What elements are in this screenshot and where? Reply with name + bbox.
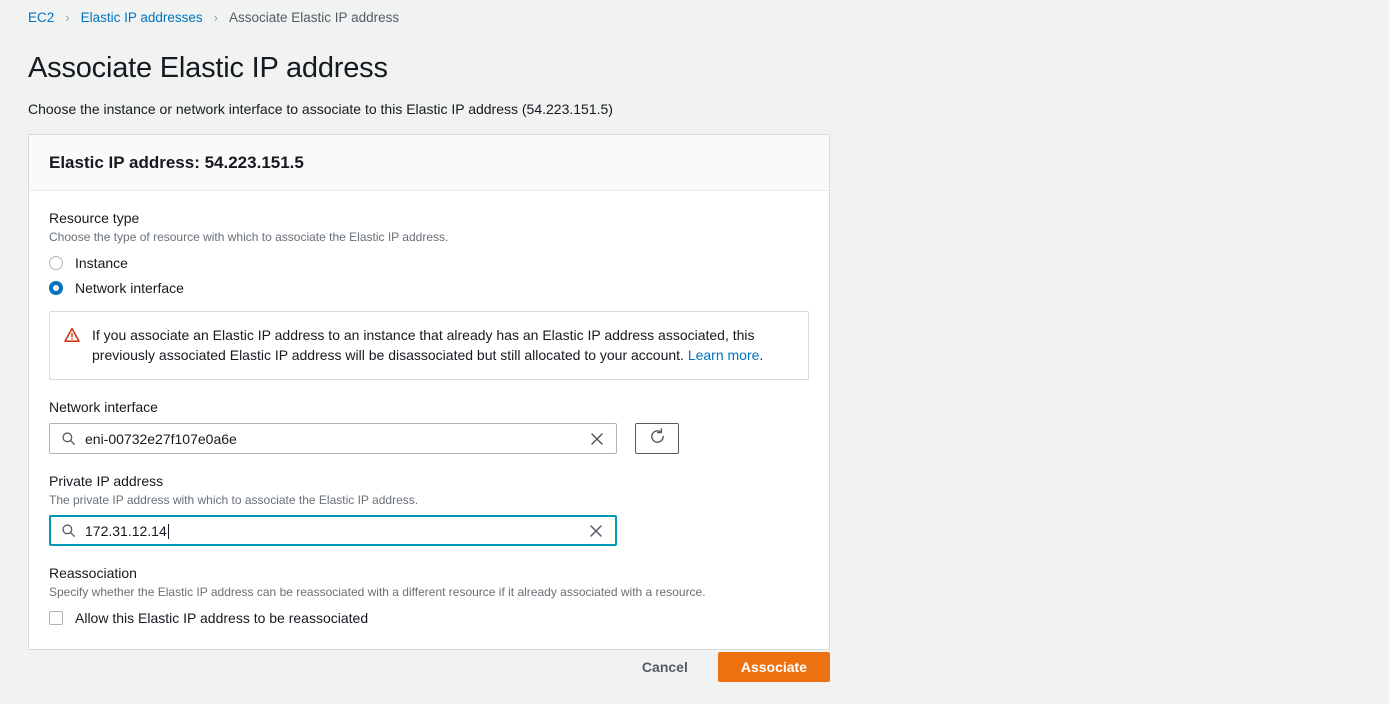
- radio-circle-selected-icon: [49, 280, 63, 295]
- search-icon: [61, 523, 76, 538]
- breadcrumb-item-elastic-ip-addresses[interactable]: Elastic IP addresses: [81, 9, 203, 27]
- warning-alert-message: If you associate an Elastic IP address t…: [92, 327, 755, 363]
- page-description: Choose the instance or network interface…: [28, 101, 613, 117]
- radio-circle-icon: [49, 255, 63, 270]
- card-header-title: Elastic IP address: 54.223.151.5: [49, 153, 304, 172]
- text-cursor: [167, 523, 169, 539]
- private-ip-group: Private IP address The private IP addres…: [49, 472, 809, 546]
- radio-option-instance[interactable]: Instance: [49, 252, 809, 273]
- warning-alert-text: If you associate an Elastic IP address t…: [92, 325, 792, 365]
- reassociation-checkbox[interactable]: Allow this Elastic IP address to be reas…: [49, 609, 809, 627]
- close-icon[interactable]: [578, 432, 616, 446]
- search-icon: [61, 431, 76, 446]
- reassociation-description: Specify whether the Elastic IP address c…: [49, 585, 706, 599]
- resource-type-label: Resource type: [49, 210, 140, 226]
- private-ip-input[interactable]: 172.31.12.14: [49, 515, 617, 546]
- breadcrumb: EC2 › Elastic IP addresses › Associate E…: [28, 9, 399, 27]
- breadcrumb-separator-icon: ›: [65, 10, 70, 25]
- reassociation-group: Reassociation Specify whether the Elasti…: [49, 564, 809, 627]
- associate-elastic-ip-card: Elastic IP address: 54.223.151.5 Resourc…: [28, 134, 830, 650]
- private-ip-value-wrapper: 172.31.12.14: [85, 522, 577, 540]
- network-interface-value: eni-00732e27f107e0a6e: [85, 430, 237, 447]
- network-interface-label: Network interface: [49, 399, 158, 415]
- refresh-button[interactable]: [635, 423, 679, 454]
- warning-alert-trailing: .: [759, 347, 764, 363]
- breadcrumb-separator-icon: ›: [213, 10, 219, 25]
- learn-more-link[interactable]: Learn more: [688, 347, 760, 363]
- close-icon[interactable]: [577, 524, 615, 538]
- card-body: Resource type Choose the type of resourc…: [29, 191, 829, 649]
- resource-type-group: Resource type Choose the type of resourc…: [49, 209, 809, 298]
- form-actions: Cancel Associate: [28, 651, 830, 683]
- warning-triangle-icon: [64, 327, 80, 348]
- radio-option-network-interface[interactable]: Network interface: [49, 277, 809, 298]
- page-root: EC2 › Elastic IP addresses › Associate E…: [0, 0, 1389, 704]
- radio-label-instance: Instance: [75, 254, 128, 271]
- private-ip-description: The private IP address with which to ass…: [49, 493, 419, 507]
- breadcrumb-item-ec2[interactable]: EC2: [28, 9, 54, 27]
- resource-type-radio-group: Instance Network interface: [49, 252, 809, 298]
- network-interface-input[interactable]: eni-00732e27f107e0a6e: [49, 423, 617, 454]
- associate-button[interactable]: Associate: [717, 652, 830, 682]
- page-title: Associate Elastic IP address: [28, 52, 388, 84]
- refresh-icon: [649, 427, 666, 450]
- reassociation-label: Reassociation: [49, 565, 137, 581]
- reassociation-checkbox-label: Allow this Elastic IP address to be reas…: [75, 610, 369, 626]
- private-ip-row: 172.31.12.14: [49, 515, 809, 546]
- resource-type-description: Choose the type of resource with which t…: [49, 230, 449, 244]
- cancel-button[interactable]: Cancel: [628, 651, 702, 683]
- network-interface-row: eni-00732e27f107e0a6e: [49, 423, 809, 454]
- private-ip-value: 172.31.12.14: [85, 522, 167, 539]
- checkbox-square-icon: [49, 611, 63, 625]
- network-interface-group: Network interface eni-00732e27f107e0a6e: [49, 398, 809, 454]
- breadcrumb-item-current: Associate Elastic IP address: [229, 10, 400, 25]
- card-header: Elastic IP address: 54.223.151.5: [29, 135, 829, 191]
- radio-label-network-interface: Network interface: [75, 279, 184, 296]
- private-ip-label: Private IP address: [49, 473, 164, 489]
- warning-alert: If you associate an Elastic IP address t…: [49, 311, 809, 380]
